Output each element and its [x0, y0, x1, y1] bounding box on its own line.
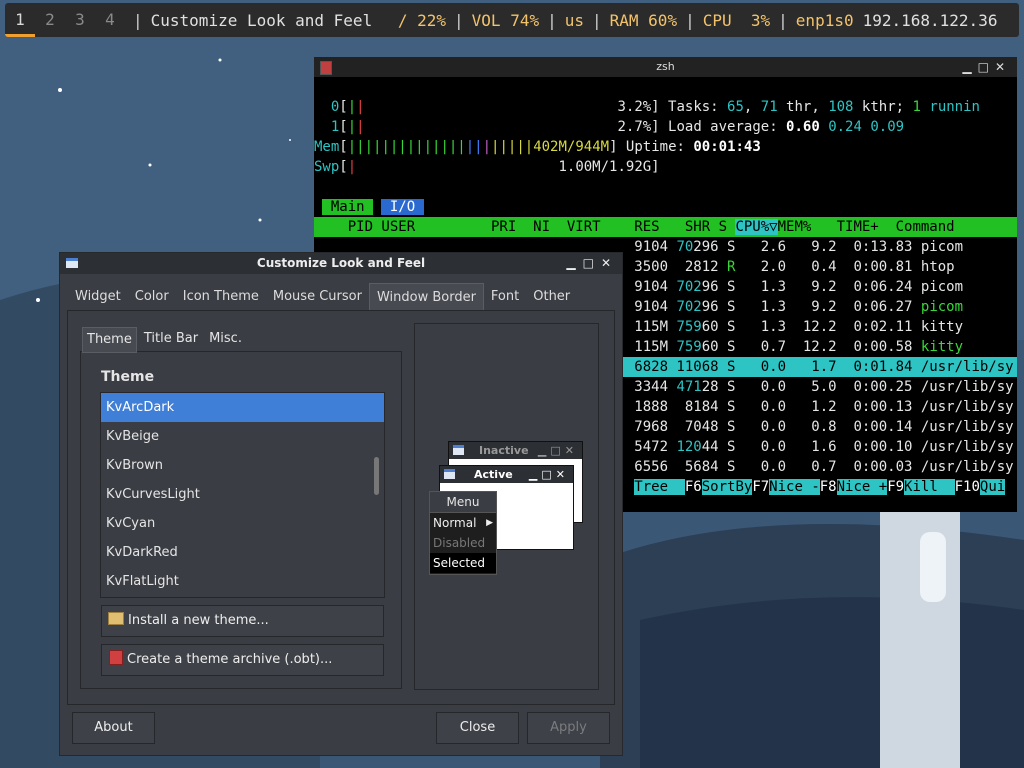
- focused-window-title: Customize Look and Feel: [150, 10, 373, 30]
- separator: |: [592, 10, 602, 30]
- cpu-usage: CPU 3%: [702, 10, 771, 30]
- list-item[interactable]: KvCyan: [101, 509, 384, 538]
- list-item[interactable]: KvFlatLight: [101, 567, 384, 596]
- preview-menu-disabled: Disabled: [433, 536, 486, 550]
- workspace-2[interactable]: 2: [35, 3, 65, 37]
- workspace-3[interactable]: 3: [65, 3, 95, 37]
- customize-dialog: Customize Look and Feel ▁□✕ Widget Color…: [59, 252, 623, 756]
- archive-icon: [109, 650, 123, 665]
- ram-usage: RAM 60%: [609, 10, 678, 30]
- list-item[interactable]: KvDarkRed: [101, 538, 384, 567]
- dialog-titlebar[interactable]: Customize Look and Feel ▁□✕: [60, 253, 622, 274]
- tab-mouse-cursor[interactable]: Mouse Cursor: [266, 283, 369, 311]
- volume-indicator[interactable]: VOL 74%: [472, 11, 539, 30]
- window-icon: [444, 469, 455, 479]
- submenu-arrow-icon: ▶: [486, 518, 493, 528]
- theme-list[interactable]: KvArcDark KvBeige KvBrown KvCurvesLight …: [100, 392, 385, 598]
- dialog-title: Customize Look and Feel: [256, 256, 426, 270]
- separator: |: [547, 10, 557, 30]
- window-controls: ▁□✕: [537, 444, 578, 457]
- tab-other[interactable]: Other: [526, 283, 577, 311]
- tab-color[interactable]: Color: [128, 283, 176, 311]
- list-item[interactable]: KvBeige: [101, 422, 384, 451]
- workspace-4[interactable]: 4: [95, 3, 125, 37]
- preview-inactive-titlebar: Inactive ▁□✕: [449, 442, 582, 459]
- preview-menu: Menu Normal ▶ Disabled Selected: [429, 491, 497, 575]
- tab-widget[interactable]: Widget: [68, 283, 128, 311]
- scrollbar-thumb[interactable]: [374, 457, 379, 495]
- subtab-title-bar[interactable]: Title Bar: [140, 327, 202, 351]
- close-button[interactable]: Close: [436, 712, 519, 744]
- theme-section-title: Theme: [101, 369, 155, 385]
- subtab-theme[interactable]: Theme: [82, 327, 137, 353]
- separator: |: [133, 10, 143, 30]
- about-button[interactable]: About: [72, 712, 155, 744]
- window-controls: ▁□✕: [528, 468, 569, 481]
- disk-usage: / 22%: [397, 10, 447, 30]
- tab-window-border[interactable]: Window Border: [368, 283, 484, 311]
- separator: [372, 11, 398, 30]
- folder-icon: [108, 612, 124, 625]
- subtab-misc[interactable]: Misc.: [205, 327, 246, 351]
- theme-preview: Inactive ▁□✕ Active ▁□✕ Menu Normal ▶ Dis…: [414, 323, 599, 690]
- theme-list-scrollbar[interactable]: [371, 393, 384, 597]
- window-controls[interactable]: ▁□✕: [566, 253, 618, 274]
- sub-tabs: Theme Title Bar Misc.: [82, 327, 249, 353]
- window-controls[interactable]: ▁□✕: [962, 57, 1011, 77]
- preview-menu-normal: Normal ▶: [430, 513, 496, 533]
- tab-font[interactable]: Font: [484, 283, 526, 311]
- network-ip: 192.168.122.36: [862, 10, 998, 30]
- terminal-app-icon: [320, 61, 332, 75]
- create-archive-button[interactable]: Create a theme archive (.obt)...: [101, 644, 384, 676]
- main-tabs: Widget Color Icon Theme Mouse Cursor Win…: [68, 283, 577, 311]
- preview-menu-title: Menu: [430, 492, 496, 513]
- network-interface: enp1s0: [795, 10, 854, 30]
- list-item[interactable]: KvArcDark: [101, 393, 384, 422]
- keyboard-layout: us: [564, 10, 584, 30]
- separator: |: [454, 10, 464, 30]
- list-item[interactable]: KvBrown: [101, 451, 384, 480]
- terminal-titlebar[interactable]: zsh ▁□✕: [314, 57, 1017, 77]
- top-status-bar: 1 2 3 4 | Customize Look and Feel / 22% …: [5, 3, 1019, 37]
- tab-icon-theme[interactable]: Icon Theme: [176, 283, 266, 311]
- preview-active-titlebar: Active ▁□✕: [440, 466, 573, 483]
- list-item[interactable]: KvCurvesLight: [101, 480, 384, 509]
- separator: |: [685, 10, 695, 30]
- workspace-1[interactable]: 1: [5, 3, 35, 37]
- install-theme-button[interactable]: Install a new theme...: [101, 605, 384, 637]
- window-icon: [453, 445, 464, 455]
- terminal-title: zsh: [656, 60, 675, 73]
- preview-menu-selected: Selected: [430, 553, 496, 573]
- apply-button[interactable]: Apply: [527, 712, 610, 744]
- window-icon: [66, 258, 78, 268]
- separator: |: [778, 10, 788, 30]
